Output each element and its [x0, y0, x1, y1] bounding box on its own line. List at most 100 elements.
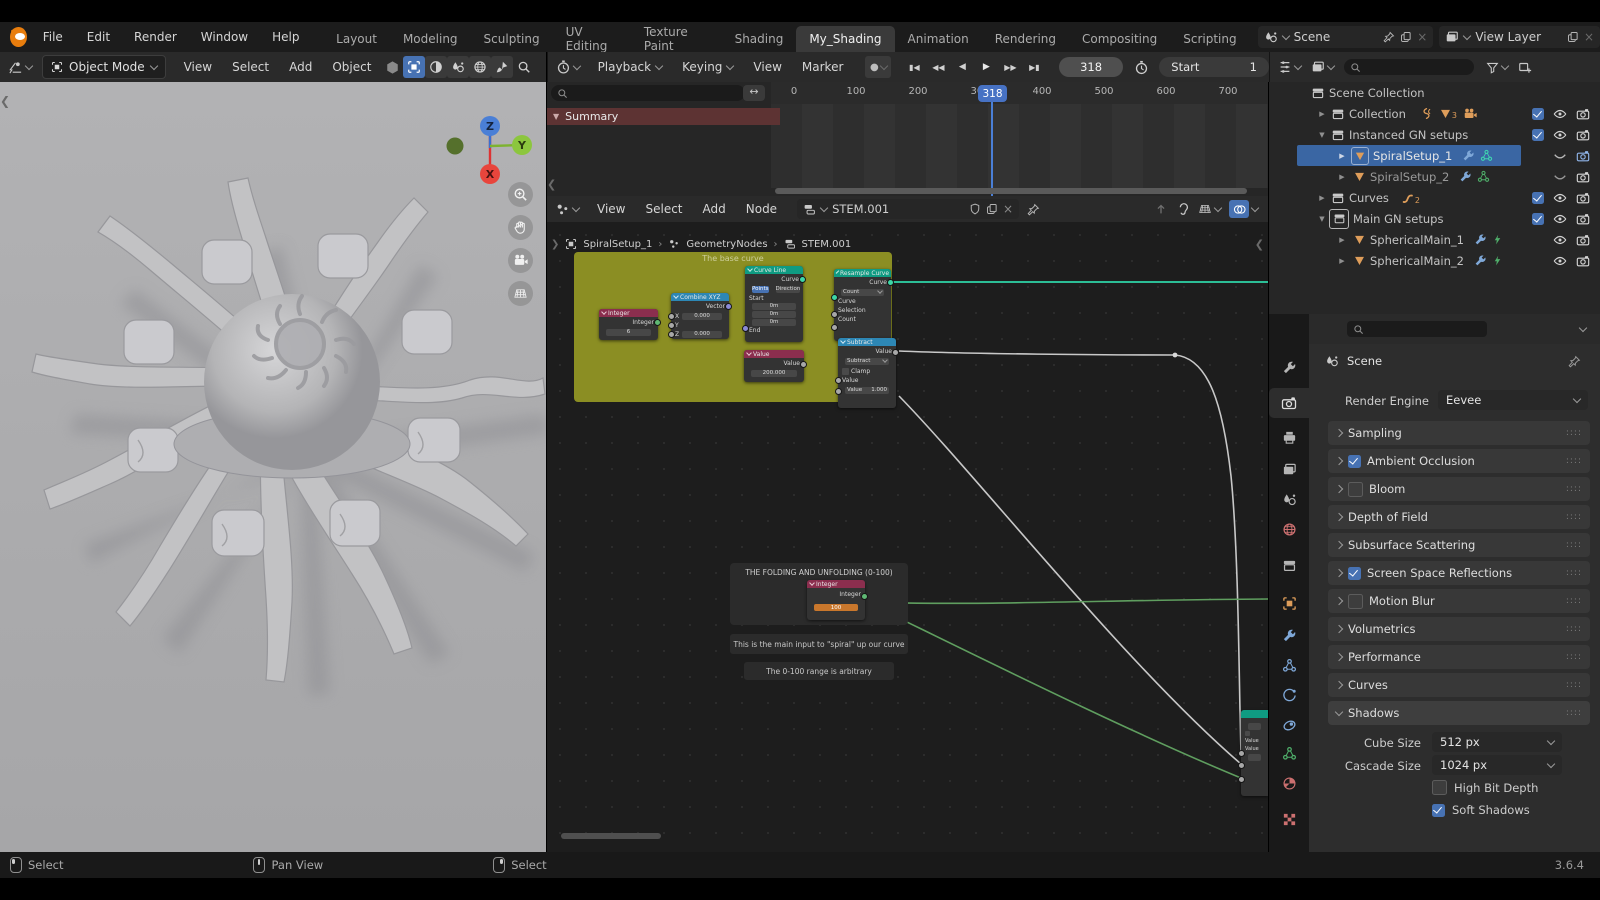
brush-icon[interactable]	[491, 56, 513, 78]
breadcrumb-label[interactable]: Scene	[1347, 354, 1382, 368]
panel-subsurface-scattering[interactable]: Subsurface Scattering::::	[1328, 533, 1590, 557]
menu-object[interactable]: Object	[322, 60, 381, 74]
disclosure-icon[interactable]: ▶	[1317, 110, 1327, 118]
exclude-checkbox[interactable]	[1532, 213, 1544, 225]
input-socket[interactable]	[1238, 750, 1245, 757]
tab-tool[interactable]	[1269, 352, 1309, 382]
disclosure-icon[interactable]: ▶	[1337, 236, 1347, 244]
high-bit-depth-row[interactable]: High Bit Depth	[1432, 780, 1538, 795]
menu-help[interactable]: Help	[260, 22, 311, 52]
tab-scripting[interactable]: Scripting	[1170, 26, 1249, 52]
view-layer-selector[interactable]: View Layer ×	[1439, 26, 1600, 48]
tab-texture[interactable]	[1269, 804, 1309, 834]
hide-eye-icon[interactable]	[1553, 233, 1567, 247]
node-combine-xyz[interactable]: Combine XYZ Vector X0.000 Y Z0.000	[671, 293, 729, 339]
playhead[interactable]	[991, 92, 993, 196]
panel-depth-of-field[interactable]: Depth of Field::::	[1328, 505, 1590, 529]
input-socket[interactable]	[1238, 762, 1245, 769]
render-engine-dropdown[interactable]: Eevee	[1438, 390, 1588, 410]
input-socket[interactable]	[835, 388, 842, 395]
input-socket[interactable]	[831, 294, 838, 301]
channel-summary[interactable]: ▼ Summary	[547, 108, 780, 125]
tab-physics[interactable]	[1269, 680, 1309, 710]
menu-view[interactable]: View	[174, 60, 222, 74]
new-collection-icon[interactable]	[1518, 60, 1532, 74]
outliner-row-collection[interactable]: ▶ Collection 3	[1269, 103, 1600, 124]
gizmo-axis-neg[interactable]	[447, 138, 464, 155]
menu-view[interactable]: View	[743, 60, 791, 74]
panel-motion-blur[interactable]: Motion Blur::::	[1328, 589, 1590, 613]
menu-playback[interactable]: Playback	[588, 60, 673, 74]
input-socket[interactable]	[668, 322, 675, 329]
panel-performance[interactable]: Performance::::	[1328, 645, 1590, 669]
menu-render[interactable]: Render	[122, 22, 189, 52]
tab-uv-editing[interactable]: UV Editing	[553, 26, 631, 52]
disclosure-icon[interactable]: ▶	[1337, 173, 1347, 181]
mode-selector[interactable]: Object Mode	[42, 55, 166, 79]
pan-button[interactable]	[508, 215, 533, 240]
hide-eye-icon[interactable]	[1553, 254, 1567, 268]
clamp-checkbox[interactable]	[842, 368, 849, 375]
hide-eye-icon[interactable]	[1553, 191, 1567, 205]
cube-size-dropdown[interactable]: 512 px	[1432, 732, 1562, 752]
tab-compositing[interactable]: Compositing	[1069, 26, 1170, 52]
select-box-icon[interactable]	[403, 56, 425, 78]
output-socket[interactable]	[800, 361, 807, 368]
input-socket[interactable]	[668, 331, 675, 338]
timeline-ruler[interactable]: 0 100 200 300 400 500 600 700	[771, 82, 1268, 104]
camera-view-button[interactable]	[508, 248, 533, 273]
scene-props-icon[interactable]	[447, 56, 469, 78]
outliner-row-spiralsetup-1[interactable]: ▶ SpiralSetup_1	[1269, 145, 1600, 166]
output-socket[interactable]	[892, 349, 899, 356]
exclude-checkbox[interactable]	[1532, 129, 1544, 141]
hide-eye-icon[interactable]	[1553, 212, 1567, 226]
node-editor-scrollbar[interactable]	[561, 833, 661, 839]
input-socket[interactable]	[668, 313, 675, 320]
render-visibility-icon[interactable]	[1576, 254, 1590, 268]
tab-object[interactable]	[1269, 588, 1309, 618]
tab-particles[interactable]	[1269, 650, 1309, 680]
timeline-editor-icon[interactable]	[556, 59, 571, 75]
hidden-eye-icon[interactable]	[1553, 170, 1567, 184]
output-socket[interactable]	[861, 593, 868, 600]
zoom-button[interactable]	[508, 182, 533, 207]
tab-shading[interactable]: Shading	[722, 26, 797, 52]
output-socket[interactable]	[654, 319, 661, 326]
play-button[interactable]: ▶	[975, 56, 997, 78]
hide-eye-icon[interactable]	[1553, 107, 1567, 121]
panel-screen-space-reflections[interactable]: Screen Space Reflections::::	[1328, 561, 1590, 585]
outliner-editor-icon[interactable]	[1278, 60, 1292, 74]
panel-shadows[interactable]: Shadows::::	[1328, 701, 1590, 725]
tab-layout[interactable]: Layout	[323, 26, 390, 52]
outliner-row-instanced-gn[interactable]: ▼ Instanced GN setups	[1269, 124, 1600, 145]
drag-dots-icon[interactable]: ::::	[1566, 428, 1582, 438]
disclosure-icon[interactable]: ▼	[1317, 131, 1327, 139]
node-subtract[interactable]: Subtract Value Subtract Clamp Value Valu…	[838, 338, 896, 408]
jump-to-start-button[interactable]: ▮◀	[903, 56, 925, 78]
display-mode-icon[interactable]	[1311, 60, 1325, 74]
disclosure-icon[interactable]: ▼	[1317, 215, 1327, 223]
outliner-search-input[interactable]	[1344, 59, 1474, 75]
render-visibility-icon[interactable]	[1576, 128, 1590, 142]
pin-icon[interactable]	[1383, 31, 1395, 43]
disclosure-icon[interactable]: ▶	[1337, 257, 1347, 265]
timeline-scrollbar[interactable]	[775, 188, 1247, 194]
exclude-checkbox[interactable]	[1532, 192, 1544, 204]
disclosure-icon[interactable]: ▶	[1337, 152, 1347, 160]
input-socket[interactable]	[742, 325, 749, 332]
motion-blur-checkbox[interactable]	[1348, 594, 1363, 609]
toolbar-collapse-arrow[interactable]: ❮	[0, 94, 10, 108]
render-visibility-icon[interactable]	[1576, 170, 1590, 184]
tab-animation[interactable]: Animation	[895, 26, 982, 52]
input-socket[interactable]	[1238, 776, 1245, 783]
close-icon[interactable]: ×	[1584, 30, 1594, 44]
output-socket[interactable]	[725, 303, 732, 310]
current-frame-badge[interactable]: 318	[978, 85, 1007, 102]
points-mode-button[interactable]: Points	[752, 286, 769, 293]
node-curve-line[interactable]: Curve Line Curve Points Direction Start …	[745, 266, 803, 342]
tab-world[interactable]	[1269, 514, 1309, 544]
note-frame[interactable]: This is the main input to "spiral" up ou…	[730, 634, 908, 654]
node-resample-curve[interactable]: Resample Curve Curve Count Curve Selecti…	[834, 269, 891, 341]
tab-scene[interactable]	[1269, 484, 1309, 514]
view-gizmo[interactable]: Z Y X	[430, 92, 546, 188]
